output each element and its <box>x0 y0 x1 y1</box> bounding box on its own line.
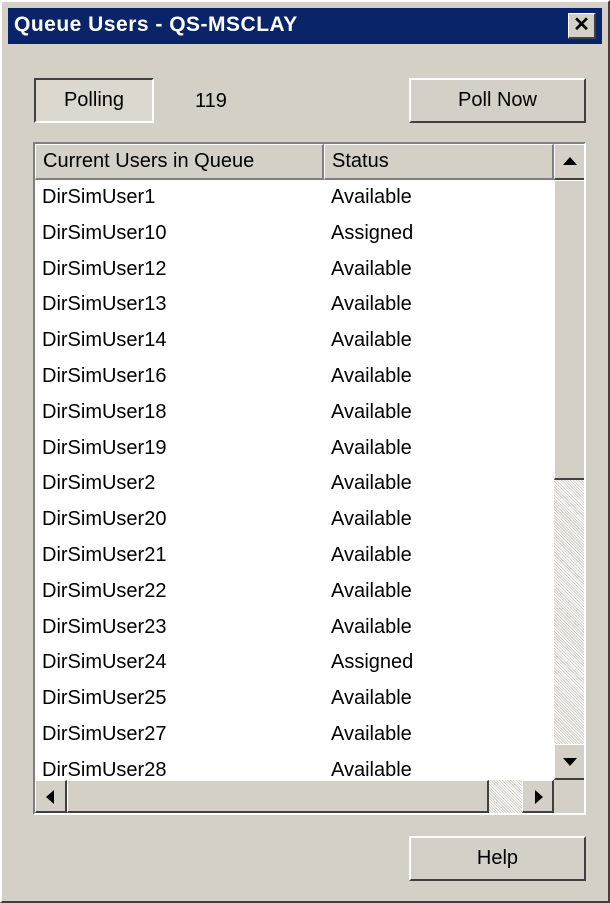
user-name-cell: DirSimUser14 <box>42 329 167 352</box>
user-name-cell: DirSimUser10 <box>42 221 167 244</box>
status-cell: Available <box>331 543 412 566</box>
up-arrow-icon <box>563 157 577 165</box>
close-icon: ✕ <box>573 14 590 36</box>
close-button[interactable]: ✕ <box>568 13 596 39</box>
status-cell: Available <box>331 579 412 602</box>
table-row[interactable]: DirSimUser25 Available <box>35 681 554 717</box>
status-cell: Available <box>331 329 412 352</box>
status-cell: Assigned <box>331 651 414 674</box>
status-cell: Available <box>331 472 412 495</box>
user-name-cell: DirSimUser20 <box>42 508 167 531</box>
table-row[interactable]: DirSimUser21 Available <box>35 538 554 574</box>
column-header-status-label: Status <box>332 150 389 172</box>
list-header: Current Users in Queue Status <box>35 144 554 180</box>
table-row[interactable]: DirSimUser28 Available <box>35 753 554 780</box>
vertical-scrollbar[interactable] <box>554 144 584 780</box>
user-name-cell: DirSimUser12 <box>42 257 167 280</box>
user-name-cell: DirSimUser24 <box>42 651 167 674</box>
user-name-cell: DirSimUser21 <box>42 543 167 566</box>
status-cell: Available <box>331 436 412 459</box>
title-bar[interactable]: Queue Users - QS-MSCLAY ✕ <box>8 8 602 44</box>
scroll-down-button[interactable] <box>554 744 584 780</box>
user-name-cell: DirSimUser25 <box>42 687 167 710</box>
status-cell: Available <box>331 186 412 208</box>
table-row[interactable]: DirSimUser23 Available <box>35 610 554 646</box>
user-name-cell: DirSimUser13 <box>42 293 167 316</box>
status-cell: Assigned <box>331 221 414 244</box>
list-rows: DirSimUser1 Available DirSimUser10 Assigned… <box>35 180 554 780</box>
table-row[interactable]: DirSimUser13 Available <box>35 287 554 323</box>
polling-toggle-button[interactable]: Polling <box>34 78 154 123</box>
table-row[interactable]: DirSimUser14 Available <box>35 323 554 359</box>
horizontal-scroll-thumb[interactable] <box>67 780 489 813</box>
column-header-users-label: Current Users in Queue <box>43 150 255 172</box>
status-cell: Available <box>331 615 412 638</box>
table-row[interactable]: DirSimUser22 Available <box>35 574 554 610</box>
status-cell: Available <box>331 293 412 316</box>
table-row[interactable]: DirSimUser12 Available <box>35 252 554 288</box>
status-cell: Available <box>331 758 412 780</box>
left-arrow-icon <box>46 790 54 804</box>
help-button[interactable]: Help <box>409 836 586 881</box>
table-row[interactable]: DirSimUser18 Available <box>35 395 554 431</box>
table-row[interactable]: DirSimUser19 Available <box>35 431 554 467</box>
table-row[interactable]: DirSimUser2 Available <box>35 466 554 502</box>
status-cell: Available <box>331 364 412 387</box>
user-name-cell: DirSimUser19 <box>42 436 167 459</box>
user-name-cell: DirSimUser22 <box>42 579 167 602</box>
user-name-cell: DirSimUser18 <box>42 400 167 423</box>
user-name-cell: DirSimUser1 <box>42 186 156 208</box>
horizontal-scrollbar[interactable] <box>35 780 554 813</box>
down-arrow-icon <box>563 758 577 766</box>
user-name-cell: DirSimUser23 <box>42 615 167 638</box>
table-row[interactable]: DirSimUser10 Assigned <box>35 216 554 252</box>
table-row[interactable]: DirSimUser16 Available <box>35 359 554 395</box>
column-header-users[interactable]: Current Users in Queue <box>35 144 324 180</box>
table-row[interactable]: DirSimUser24 Assigned <box>35 645 554 681</box>
column-header-status[interactable]: Status <box>324 144 554 180</box>
status-cell: Available <box>331 722 412 745</box>
poll-now-label: Poll Now <box>458 89 537 111</box>
status-cell: Available <box>331 508 412 531</box>
poll-now-button[interactable]: Poll Now <box>409 78 586 123</box>
scrollbar-corner <box>554 780 584 813</box>
help-label: Help <box>476 847 519 869</box>
users-list[interactable]: Current Users in Queue Status DirSimUser… <box>33 142 586 815</box>
scroll-left-button[interactable] <box>35 780 67 813</box>
table-row[interactable]: DirSimUser20 Available <box>35 502 554 538</box>
right-arrow-icon <box>535 790 543 804</box>
table-row[interactable]: DirSimUser1 Available <box>35 180 554 216</box>
queue-users-window: Queue Users - QS-MSCLAY ✕ Polling 119 Po… <box>0 0 610 903</box>
polling-label: Polling <box>63 89 125 111</box>
window-title: Queue Users - QS-MSCLAY <box>14 13 298 36</box>
user-name-cell: DirSimUser28 <box>42 758 167 780</box>
user-name-cell: DirSimUser16 <box>42 364 167 387</box>
scroll-right-button[interactable] <box>522 780 554 813</box>
status-cell: Available <box>331 257 412 280</box>
scroll-up-button[interactable] <box>554 144 584 180</box>
vertical-scroll-thumb[interactable] <box>554 180 584 480</box>
user-name-cell: DirSimUser2 <box>42 472 156 495</box>
user-name-cell: DirSimUser27 <box>42 722 167 745</box>
table-row[interactable]: DirSimUser27 Available <box>35 717 554 753</box>
status-cell: Available <box>331 400 412 423</box>
status-cell: Available <box>331 687 412 710</box>
poll-count: 119 <box>195 90 227 112</box>
